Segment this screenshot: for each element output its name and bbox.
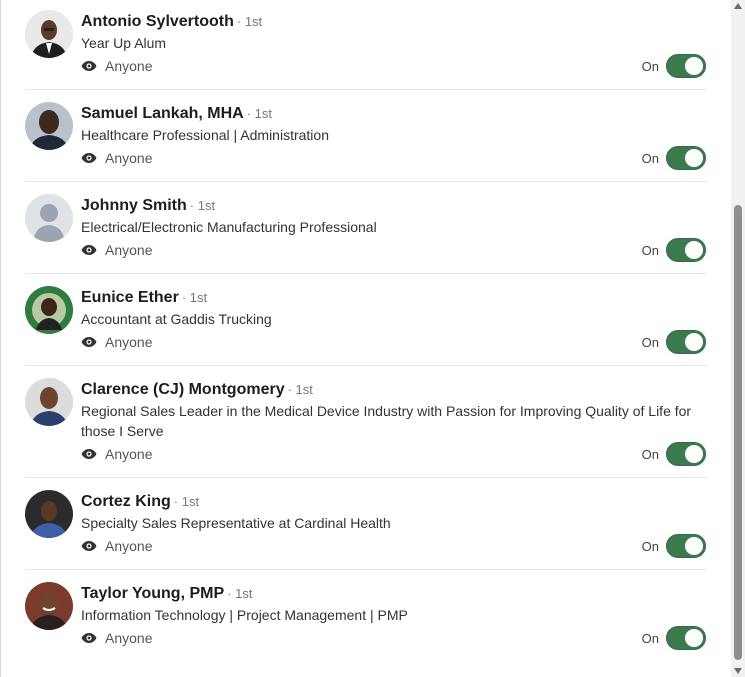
toggle-state-label: On xyxy=(641,242,659,258)
avatar[interactable] xyxy=(25,10,73,58)
contact-headline: Electrical/Electronic Manufacturing Prof… xyxy=(81,219,377,235)
list-item: Antonio Sylvertooth · 1st Year Up Alum An… xyxy=(25,0,707,90)
toggle-switch[interactable] xyxy=(666,146,706,170)
toggle-state-label: On xyxy=(641,334,659,350)
eye-icon xyxy=(81,153,97,163)
toggle-knob xyxy=(685,333,703,351)
visibility-setting[interactable]: Anyone xyxy=(81,148,152,168)
visibility-label: Anyone xyxy=(105,446,153,462)
contact-headline: Information Technology | Project Managem… xyxy=(81,607,408,623)
vertical-scrollbar[interactable] xyxy=(731,0,745,677)
contact-name[interactable]: Antonio Sylvertooth xyxy=(81,13,234,30)
connections-visibility-panel: Antonio Sylvertooth · 1st Year Up Alum An… xyxy=(0,0,732,677)
visibility-setting[interactable]: Anyone xyxy=(81,240,152,260)
visibility-label: Anyone xyxy=(105,630,153,646)
contact-name[interactable]: Samuel Lankah, MHA xyxy=(81,105,244,122)
avatar[interactable] xyxy=(25,286,73,334)
avatar[interactable] xyxy=(25,194,73,242)
list-item: Eunice Ether · 1st Accountant at Gaddis T… xyxy=(25,274,707,366)
avatar[interactable] xyxy=(25,582,73,630)
visibility-toggle[interactable]: On xyxy=(642,534,706,558)
eye-icon xyxy=(81,337,97,347)
contact-name[interactable]: Clarence (CJ) Montgomery xyxy=(81,381,285,398)
visibility-label: Anyone xyxy=(105,538,153,554)
contact-headline: Specialty Sales Representative at Cardin… xyxy=(81,515,391,531)
contact-headline: Accountant at Gaddis Trucking xyxy=(81,311,272,327)
avatar[interactable] xyxy=(25,102,73,150)
toggle-knob xyxy=(685,629,703,647)
visibility-setting[interactable]: Anyone xyxy=(81,56,152,76)
visibility-label: Anyone xyxy=(105,58,153,74)
connection-degree: · 1st xyxy=(287,382,313,397)
contact-name[interactable]: Eunice Ether xyxy=(81,289,179,306)
toggle-knob xyxy=(685,241,703,259)
toggle-state-label: On xyxy=(641,538,659,554)
toggle-knob xyxy=(685,445,703,463)
toggle-switch[interactable] xyxy=(666,534,706,558)
visibility-setting[interactable]: Anyone xyxy=(81,444,152,464)
toggle-state-label: On xyxy=(641,58,659,74)
visibility-toggle[interactable]: On xyxy=(642,238,706,262)
scroll-down-arrow-icon[interactable] xyxy=(734,668,742,674)
scroll-up-arrow-icon[interactable] xyxy=(734,3,742,9)
connection-degree: · 1st xyxy=(181,290,208,305)
toggle-switch[interactable] xyxy=(666,442,706,466)
connection-degree: · 1st xyxy=(227,586,253,601)
visibility-toggle[interactable]: On xyxy=(642,442,706,466)
connection-degree: · 1st xyxy=(173,494,200,509)
contact-headline: Healthcare Professional | Administration xyxy=(81,127,329,143)
visibility-toggle[interactable]: On xyxy=(642,54,706,78)
visibility-label: Anyone xyxy=(105,150,153,166)
toggle-knob xyxy=(685,57,703,75)
visibility-toggle[interactable]: On xyxy=(642,626,706,650)
toggle-switch[interactable] xyxy=(666,330,706,354)
visibility-setting[interactable]: Anyone xyxy=(81,332,152,352)
visibility-label: Anyone xyxy=(105,242,153,258)
visibility-toggle[interactable]: On xyxy=(642,146,706,170)
eye-icon xyxy=(81,541,97,551)
list-item: Clarence (CJ) Montgomery · 1st Regional S… xyxy=(25,366,707,478)
toggle-state-label: On xyxy=(641,630,659,646)
contact-name[interactable]: Cortez King xyxy=(81,493,171,510)
toggle-state-label: On xyxy=(641,150,659,166)
contact-headline: Year Up Alum xyxy=(81,35,167,51)
visibility-setting[interactable]: Anyone xyxy=(81,628,152,648)
visibility-setting[interactable]: Anyone xyxy=(81,536,152,556)
toggle-switch[interactable] xyxy=(666,54,706,78)
visibility-toggle[interactable]: On xyxy=(642,330,706,354)
eye-icon xyxy=(81,633,97,643)
list-item: Johnny Smith · 1st Electrical/Electronic … xyxy=(25,182,707,274)
scrollbar-thumb[interactable] xyxy=(734,205,742,660)
toggle-knob xyxy=(685,149,703,167)
connection-degree: · 1st xyxy=(246,106,272,121)
eye-icon xyxy=(81,61,97,71)
toggle-switch[interactable] xyxy=(666,238,706,262)
contact-headline: Regional Sales Leader in the Medical Dev… xyxy=(81,403,692,439)
avatar[interactable] xyxy=(25,490,73,538)
connection-degree: · 1st xyxy=(189,198,216,213)
list-item: Taylor Young, PMP · 1st Information Techn… xyxy=(25,570,707,670)
toggle-knob xyxy=(685,537,703,555)
list-item: Cortez King · 1st Specialty Sales Represe… xyxy=(25,478,707,570)
list-item: Samuel Lankah, MHA · 1st Healthcare Profe… xyxy=(25,90,707,182)
connection-degree: · 1st xyxy=(236,14,263,29)
contact-name[interactable]: Taylor Young, PMP xyxy=(81,585,224,602)
toggle-switch[interactable] xyxy=(666,626,706,650)
eye-icon xyxy=(81,245,97,255)
contact-name[interactable]: Johnny Smith xyxy=(81,197,187,214)
connections-list: Antonio Sylvertooth · 1st Year Up Alum An… xyxy=(25,0,707,670)
toggle-state-label: On xyxy=(641,446,659,462)
eye-icon xyxy=(81,449,97,459)
visibility-label: Anyone xyxy=(105,334,153,350)
avatar[interactable] xyxy=(25,378,73,426)
